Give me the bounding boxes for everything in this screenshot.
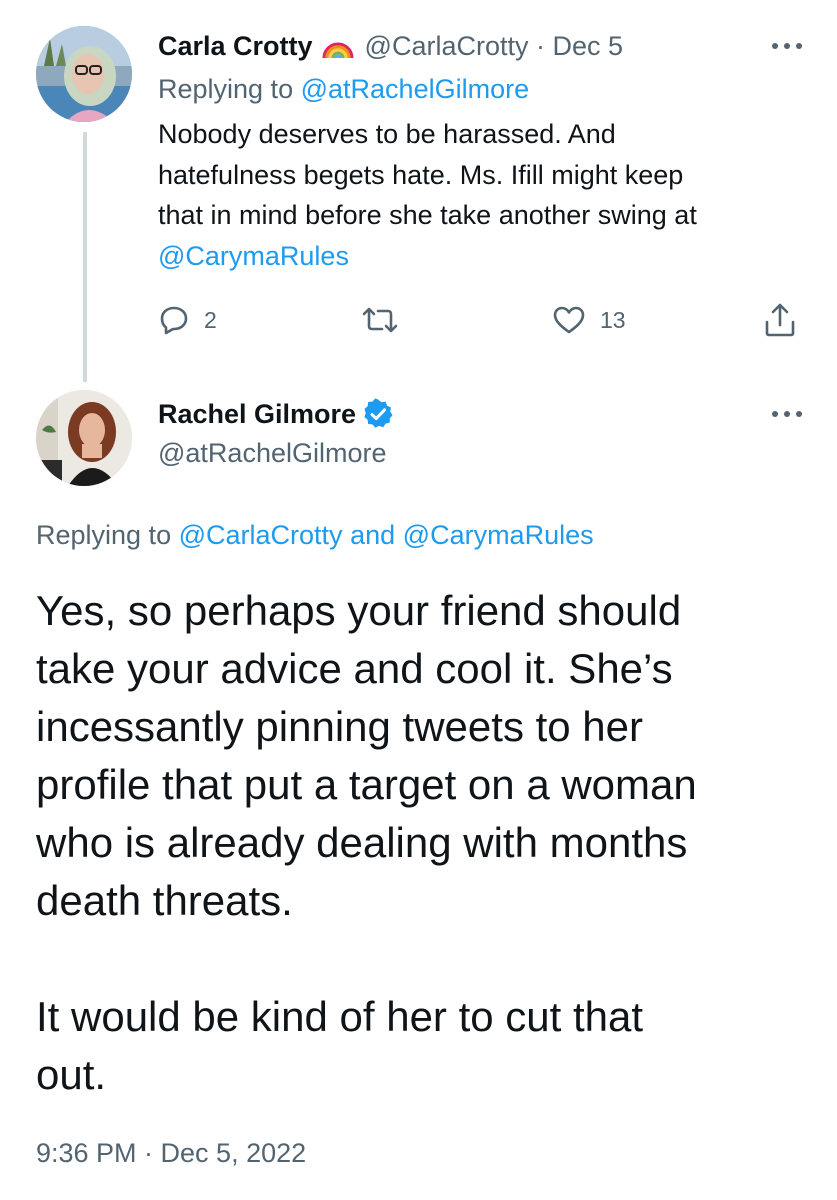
avatar[interactable]: [36, 26, 132, 122]
share-icon: [763, 302, 797, 338]
tweet-text-line: take your advice and cool it. She’s: [36, 645, 673, 692]
display-name[interactable]: Carla Crotty: [158, 31, 313, 62]
retweet-button[interactable]: [360, 304, 400, 336]
verified-badge-icon: [362, 398, 394, 430]
tweet-text: Nobody deserves to be harassed. And hate…: [158, 114, 798, 276]
reply-icon: [158, 304, 190, 336]
tweet-text-line: death threats.: [36, 877, 293, 924]
replying-prefix: Replying to: [158, 74, 294, 104]
reply-count: 2: [204, 306, 217, 333]
avatar-image: [36, 26, 132, 122]
replying-and: and: [350, 520, 396, 550]
retweet-icon: [360, 304, 400, 336]
like-icon: [552, 304, 586, 336]
avatar-image: [36, 390, 132, 486]
tweet-text-line: profile that put a target on a woman: [36, 761, 697, 808]
handle-and-date[interactable]: @CarlaCrotty · Dec 5: [365, 31, 623, 62]
reply-button[interactable]: 2: [158, 304, 217, 336]
tweet-text-line: Nobody deserves to be harassed. And: [158, 119, 616, 149]
tweet-text-line: hatefulness begets hate. Ms. Ifill might…: [158, 159, 684, 190]
replying-to-link[interactable]: @atRachelGilmore: [301, 74, 530, 104]
tweet-text-line: out.: [36, 1051, 107, 1098]
tweet-text-line: Yes, so perhaps your friend should: [36, 587, 682, 634]
tweet-text: Yes, so perhaps your friend should take …: [36, 582, 816, 1104]
rainbow-icon: [321, 32, 355, 60]
replying-to-link[interactable]: @CarymaRules: [403, 520, 594, 550]
share-button[interactable]: [763, 302, 797, 338]
replying-prefix: Replying to: [36, 520, 172, 550]
tweet-text-line: that in mind before she take another swi…: [158, 200, 697, 230]
mention-link[interactable]: @CarymaRules: [158, 236, 798, 277]
replying-to-link[interactable]: @CarlaCrotty: [179, 520, 343, 550]
more-icon[interactable]: [767, 36, 807, 56]
display-name[interactable]: Rachel Gilmore: [158, 399, 356, 430]
more-icon[interactable]: [767, 404, 807, 424]
like-count: 13: [600, 306, 626, 333]
replying-to: Replying to @atRachelGilmore: [158, 74, 529, 105]
tweet-text-line: who is already dealing with months: [36, 819, 688, 866]
replying-to: Replying to @CarlaCrotty and @CarymaRule…: [36, 520, 594, 551]
handle[interactable]: @atRachelGilmore: [158, 438, 387, 469]
like-button[interactable]: 13: [552, 304, 626, 336]
avatar[interactable]: [36, 390, 132, 486]
tweet-timestamp[interactable]: 9:36 PM · Dec 5, 2022: [36, 1138, 306, 1169]
tweet-text-line: It would be kind of her to cut that: [36, 993, 644, 1040]
tweet-text-line: incessantly pinning tweets to her: [36, 703, 644, 750]
thread-connector-line: [83, 132, 87, 382]
